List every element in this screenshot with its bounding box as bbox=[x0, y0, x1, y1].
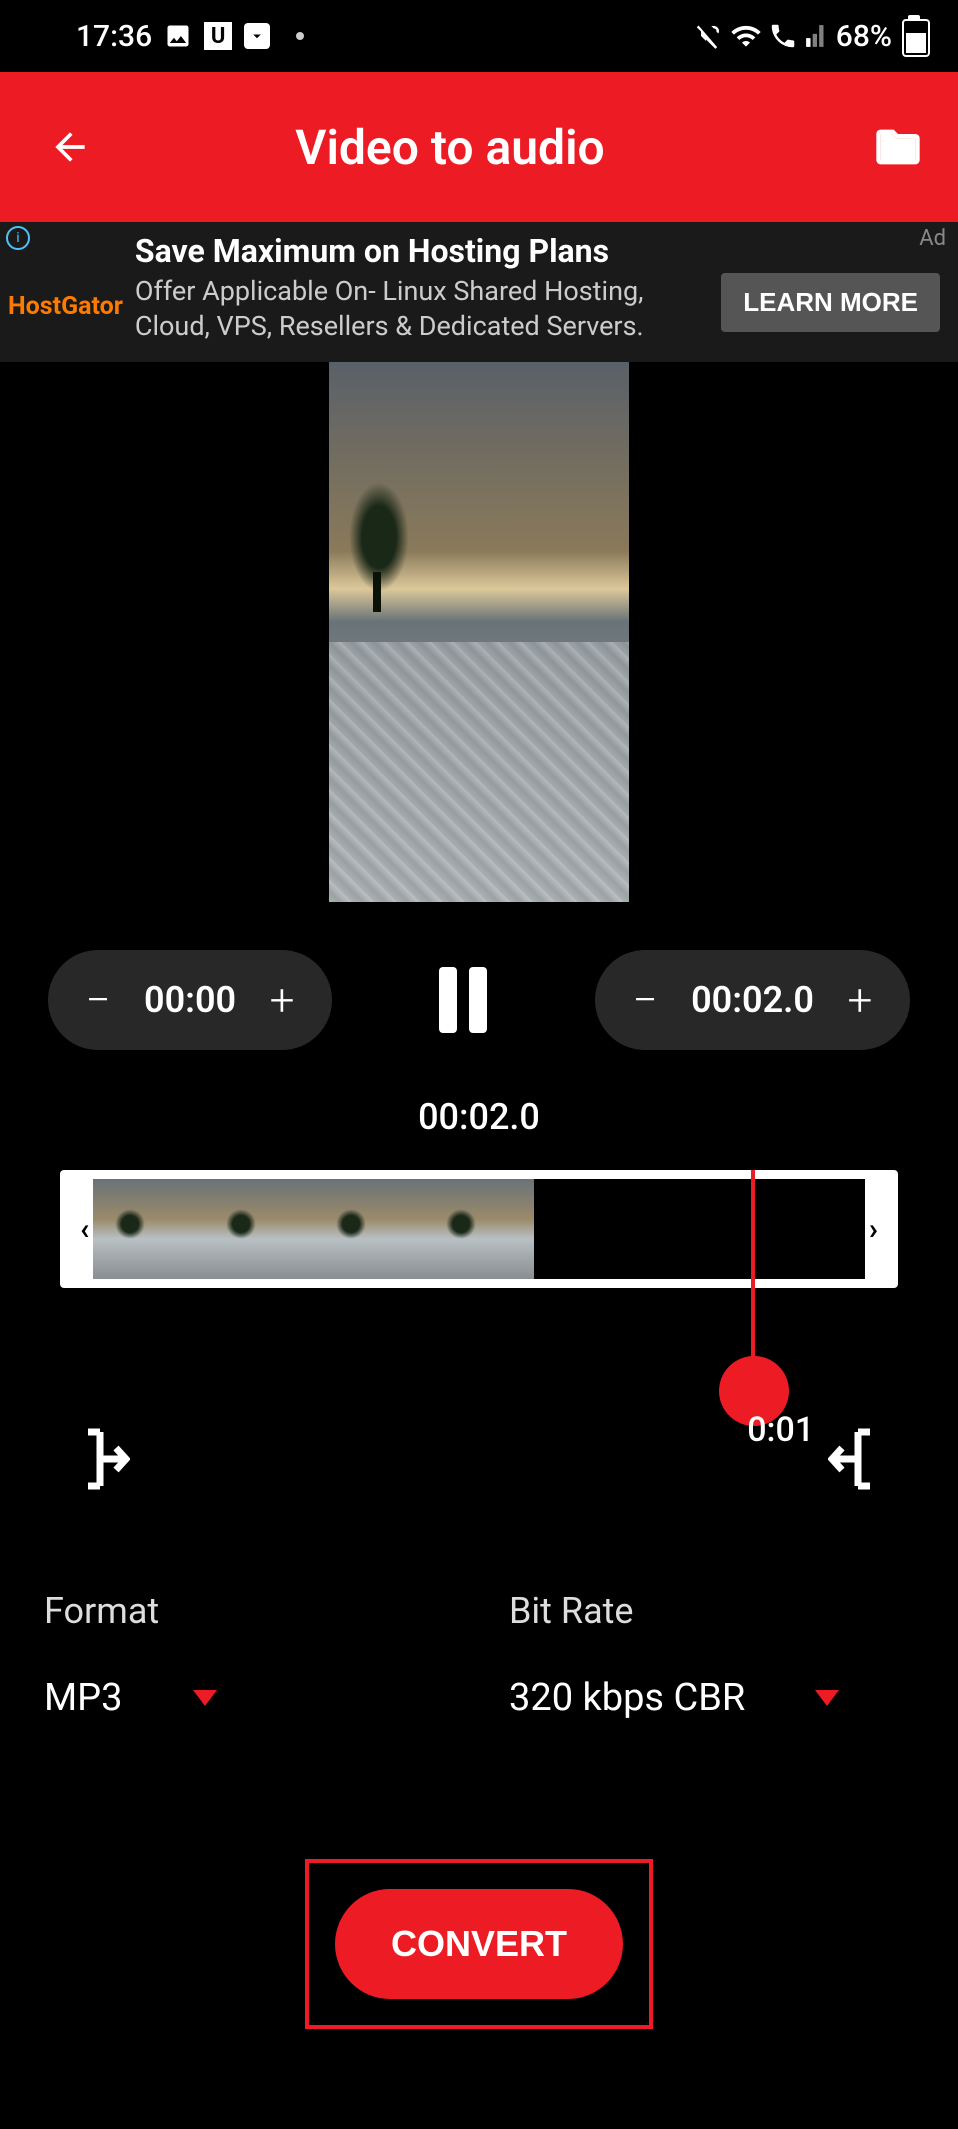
signal-icon bbox=[804, 23, 830, 49]
end-time: 00:02.0 bbox=[691, 979, 814, 1021]
timeline[interactable]: ‹ › 0:01 bbox=[0, 1170, 958, 1288]
ad-info-icon[interactable]: i bbox=[6, 226, 30, 250]
ad-banner[interactable]: i Ad HostGator Save Maximum on Hosting P… bbox=[0, 222, 958, 362]
call-icon bbox=[768, 21, 798, 51]
battery-icon bbox=[898, 15, 930, 57]
trim-controls bbox=[0, 1288, 958, 1550]
format-option: Format MP3 bbox=[44, 1590, 449, 1720]
end-minus-button[interactable]: − bbox=[627, 974, 663, 1026]
dot-icon bbox=[296, 32, 304, 40]
status-right: 68% bbox=[694, 15, 930, 57]
output-options: Format MP3 Bit Rate 320 kbps CBR bbox=[0, 1550, 958, 1740]
ad-title: Save Maximum on Hosting Plans bbox=[135, 232, 711, 270]
bitrate-value: 320 kbps CBR bbox=[509, 1676, 745, 1720]
checkbox-icon bbox=[244, 23, 270, 49]
playhead[interactable] bbox=[751, 1170, 755, 1390]
ad-text: Save Maximum on Hosting Plans Offer Appl… bbox=[135, 232, 711, 344]
start-time: 00:00 bbox=[144, 979, 236, 1021]
app-header: Video to audio bbox=[0, 72, 958, 222]
end-time-control: − 00:02.0 + bbox=[595, 950, 910, 1050]
page-title: Video to audio bbox=[32, 119, 868, 176]
pause-button[interactable] bbox=[439, 967, 489, 1033]
status-bar: 17:36 U 68% bbox=[0, 0, 958, 72]
convert-highlight: CONVERT bbox=[305, 1859, 653, 2029]
playback-controls: − 00:00 + − 00:02.0 + bbox=[0, 902, 958, 1070]
caret-down-icon bbox=[815, 1690, 839, 1706]
start-time-control: − 00:00 + bbox=[48, 950, 332, 1050]
caret-down-icon bbox=[193, 1690, 217, 1706]
ad-cta-button[interactable]: LEARN MORE bbox=[721, 273, 940, 332]
start-minus-button[interactable]: − bbox=[80, 974, 116, 1026]
playhead-time: 0:01 bbox=[747, 1410, 814, 1450]
ad-brand: HostGator bbox=[8, 292, 123, 321]
ad-subtitle: Offer Applicable On- Linux Shared Hostin… bbox=[135, 274, 711, 344]
trim-start-button[interactable] bbox=[80, 1428, 130, 1490]
wifi-icon bbox=[730, 20, 762, 52]
timeline-left-handle[interactable]: ‹ bbox=[80, 1212, 89, 1247]
bitrate-option: Bit Rate 320 kbps CBR bbox=[509, 1590, 914, 1720]
battery-percent: 68% bbox=[836, 19, 892, 54]
convert-button[interactable]: CONVERT bbox=[335, 1889, 623, 1999]
format-value: MP3 bbox=[44, 1676, 123, 1720]
status-left: 17:36 U bbox=[76, 19, 304, 54]
vibrate-icon bbox=[694, 21, 724, 51]
current-time: 00:02.0 bbox=[0, 1070, 958, 1170]
u-icon: U bbox=[204, 22, 232, 50]
start-plus-button[interactable]: + bbox=[264, 974, 300, 1026]
format-label: Format bbox=[44, 1590, 449, 1632]
image-icon bbox=[164, 22, 192, 50]
trim-end-button[interactable] bbox=[828, 1428, 878, 1490]
bitrate-label: Bit Rate bbox=[509, 1590, 914, 1632]
video-preview[interactable] bbox=[0, 362, 958, 902]
folder-button[interactable] bbox=[868, 121, 928, 173]
bitrate-dropdown[interactable]: 320 kbps CBR bbox=[509, 1676, 914, 1720]
ad-label: Ad bbox=[919, 226, 946, 251]
format-dropdown[interactable]: MP3 bbox=[44, 1676, 449, 1720]
timeline-right-handle[interactable]: › bbox=[869, 1212, 878, 1247]
video-thumbnail bbox=[329, 362, 629, 902]
status-time: 17:36 bbox=[76, 19, 152, 54]
end-plus-button[interactable]: + bbox=[842, 974, 878, 1026]
